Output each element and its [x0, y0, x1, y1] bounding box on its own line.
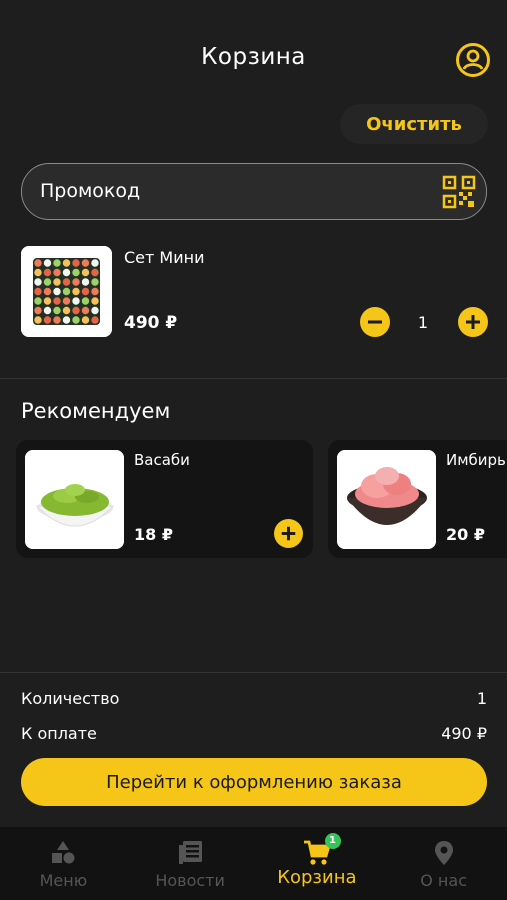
- ginger-image: [337, 450, 436, 549]
- tab-label: Корзина: [277, 867, 357, 888]
- add-to-cart-button[interactable]: [274, 519, 303, 548]
- tab-label: Меню: [39, 871, 88, 890]
- tab-label: О нас: [420, 871, 467, 890]
- recommend-item-price: 18 ₽: [134, 525, 173, 544]
- total-row: К оплате 490 ₽: [21, 724, 487, 743]
- minus-circle-icon: [360, 307, 390, 337]
- total-label: К оплате: [21, 724, 97, 743]
- divider: [0, 378, 507, 379]
- quantity-increase-button[interactable]: [458, 307, 488, 337]
- cart-item-price: 490 ₽: [124, 313, 178, 333]
- recommend-card[interactable]: Имбирь 20 ₽: [328, 440, 507, 558]
- total-value: 490 ₽: [441, 724, 487, 743]
- order-summary: Количество 1 К оплате 490 ₽ Перейти к оф…: [0, 672, 507, 827]
- recommend-item-name: Имбирь: [446, 451, 506, 469]
- profile-button[interactable]: [455, 42, 491, 78]
- bottom-tab-bar: Меню Новости 1 Корзина О нас: [0, 827, 507, 900]
- checkout-button[interactable]: Перейти к оформлению заказа: [21, 758, 487, 806]
- recommend-item-name: Васаби: [134, 451, 190, 469]
- promo-field: [21, 163, 487, 220]
- qr-code-icon: [442, 175, 476, 209]
- recommend-item-price: 20 ₽: [446, 525, 485, 544]
- plus-circle-icon: [274, 519, 303, 548]
- location-pin-icon: [434, 841, 453, 865]
- promo-input[interactable]: [22, 164, 432, 218]
- cart-count-badge: 1: [324, 833, 341, 849]
- tab-cart[interactable]: 1 Корзина: [254, 827, 381, 900]
- qr-scan-button[interactable]: [442, 175, 476, 209]
- wasabi-image: [25, 450, 124, 549]
- cart-item: Сет Мини 490 ₽ 1: [0, 245, 507, 340]
- quantity-decrease-button[interactable]: [360, 307, 390, 337]
- plus-circle-icon: [458, 307, 488, 337]
- header: Корзина: [0, 0, 507, 100]
- tab-news[interactable]: Новости: [127, 827, 254, 900]
- quantity-total: 1: [476, 689, 487, 708]
- tab-menu[interactable]: Меню: [0, 827, 127, 900]
- newspaper-icon: [179, 841, 203, 864]
- tab-about[interactable]: О нас: [380, 827, 507, 900]
- sushi-set-image: [21, 246, 112, 337]
- cart-item-name: Сет Мини: [124, 248, 205, 267]
- quantity-label: Количество: [21, 689, 120, 708]
- recommend-title: Рекомендуем: [21, 399, 171, 423]
- recommend-card[interactable]: Васаби 18 ₽: [16, 440, 313, 558]
- quantity-value: 1: [417, 313, 429, 332]
- recommend-carousel[interactable]: Васаби 18 ₽ Имбирь 20 ₽: [16, 440, 507, 560]
- shapes-icon: [52, 841, 75, 864]
- page-title: Корзина: [201, 44, 306, 70]
- clear-cart-button[interactable]: Очистить: [340, 104, 488, 144]
- quantity-row: Количество 1: [21, 689, 487, 708]
- user-circle-icon: [456, 43, 490, 77]
- tab-label: Новости: [155, 871, 225, 890]
